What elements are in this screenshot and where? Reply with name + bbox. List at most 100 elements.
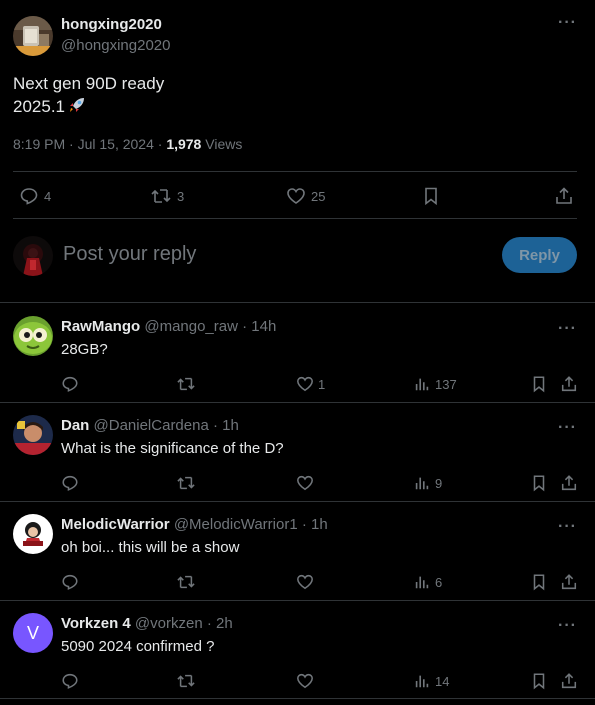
reply-item[interactable]: RawMango @mango_raw · 14h ··· 28GB? 1 13… <box>0 304 595 403</box>
more-options-icon[interactable]: ··· <box>558 15 577 31</box>
bookmark-action[interactable] <box>421 186 441 206</box>
reply-icon <box>62 574 78 590</box>
author-avatar[interactable] <box>13 16 53 56</box>
bookmark-icon <box>425 187 437 206</box>
analytics-icon <box>415 576 429 589</box>
current-user-avatar[interactable] <box>13 236 53 276</box>
reply-action[interactable] <box>61 573 79 591</box>
share-action[interactable] <box>560 573 578 591</box>
reply-text: What is the significance of the D? <box>61 440 284 457</box>
reply-header: RawMango @mango_raw · 14h <box>61 318 276 335</box>
reply-icon <box>20 188 38 205</box>
reply-author-name[interactable]: MelodicWarrior <box>61 516 170 533</box>
views-count: 6 <box>435 574 443 590</box>
heart-icon <box>287 188 305 204</box>
bookmark-icon <box>533 475 545 492</box>
reply-action[interactable] <box>61 474 79 492</box>
reply-text: 28GB? <box>61 341 108 358</box>
heart-icon <box>297 574 313 590</box>
reply-text: oh boi... this will be a show <box>61 539 240 556</box>
views-count: 14 <box>435 673 450 689</box>
reply-action[interactable] <box>61 375 79 393</box>
heart-icon <box>297 475 313 491</box>
reply-input[interactable]: Post your reply <box>63 243 196 266</box>
share-action[interactable] <box>560 375 578 393</box>
reply-author-name[interactable]: Vorkzen 4 <box>61 615 131 632</box>
reply-header: MelodicWarrior @MelodicWarrior1 · 1h <box>61 516 328 533</box>
views-action[interactable]: 137 <box>413 375 457 393</box>
share-icon <box>561 673 577 689</box>
like-action[interactable] <box>296 573 314 591</box>
more-options-icon[interactable]: ··· <box>558 618 577 634</box>
tweet-text-line2: 2025.1 <box>13 97 65 116</box>
tweet-action-bar: 4 3 25 <box>13 171 577 219</box>
views-count: 1,978 <box>166 136 202 152</box>
reply-avatar[interactable] <box>13 514 53 554</box>
reply-author-handle[interactable]: @mango_raw · 14h <box>144 318 276 335</box>
repost-action[interactable] <box>176 672 196 690</box>
views-label: Views <box>205 136 243 152</box>
reply-author-handle[interactable]: @DanielCardena · 1h <box>94 417 239 434</box>
reply-action[interactable] <box>61 672 79 690</box>
reply-author-name[interactable]: RawMango <box>61 318 140 335</box>
like-action[interactable]: 25 <box>286 186 325 206</box>
views-action[interactable]: 6 <box>413 573 442 591</box>
reply-icon <box>62 376 78 392</box>
reply-button[interactable]: Reply <box>502 237 577 273</box>
heart-icon <box>297 376 313 392</box>
reply-author-handle[interactable]: @vorkzen · 2h <box>135 615 233 632</box>
bookmark-action[interactable] <box>530 573 548 591</box>
repost-action[interactable]: 3 <box>150 186 184 206</box>
avatar-letter: V <box>26 622 39 643</box>
bookmark-icon <box>533 673 545 690</box>
like-count: 1 <box>318 376 326 392</box>
reply-author-name[interactable]: Dan <box>61 417 89 434</box>
share-action[interactable] <box>560 672 578 690</box>
like-action[interactable] <box>296 474 314 492</box>
tweet-meta: 8:19 PM · Jul 15, 2024 · 1,978 Views <box>13 136 242 152</box>
more-options-icon[interactable]: ··· <box>558 519 577 535</box>
views-count: 9 <box>435 475 443 491</box>
analytics-icon <box>415 675 429 688</box>
repost-icon <box>151 189 171 203</box>
repost-action[interactable] <box>176 573 196 591</box>
reply-item[interactable]: V Vorkzen 4 @vorkzen · 2h ··· 5090 2024 … <box>0 601 595 699</box>
bookmark-action[interactable] <box>530 375 548 393</box>
more-options-icon[interactable]: ··· <box>558 420 577 436</box>
repost-action[interactable] <box>176 375 196 393</box>
reply-header: Dan @DanielCardena · 1h <box>61 417 239 434</box>
tweet-text-line1: Next gen 90D ready <box>13 74 165 93</box>
more-options-icon[interactable]: ··· <box>558 321 577 337</box>
tweet-timestamp[interactable]: 8:19 PM · Jul 15, 2024 · <box>13 136 166 152</box>
reply-avatar[interactable]: V <box>13 613 53 653</box>
reply-action[interactable]: 4 <box>19 186 51 206</box>
views-action[interactable]: 14 <box>413 672 449 690</box>
bookmark-action[interactable] <box>530 474 548 492</box>
repost-action[interactable] <box>176 474 196 492</box>
reply-item[interactable]: Dan @DanielCardena · 1h ··· What is the … <box>0 403 595 502</box>
reply-author-handle[interactable]: @MelodicWarrior1 · 1h <box>174 516 328 533</box>
share-action[interactable] <box>560 474 578 492</box>
repost-count: 3 <box>177 188 185 204</box>
author-name[interactable]: hongxing2020 <box>61 16 162 33</box>
share-icon <box>561 574 577 590</box>
like-action[interactable]: 1 <box>296 375 325 393</box>
views-action[interactable]: 9 <box>413 474 442 492</box>
bookmark-icon <box>533 376 545 393</box>
analytics-icon <box>415 378 429 391</box>
heart-icon <box>297 673 313 689</box>
bookmark-icon <box>533 574 545 591</box>
share-icon <box>561 376 577 392</box>
reply-icon <box>62 673 78 689</box>
reply-count: 4 <box>44 188 52 204</box>
reply-text: 5090 2024 confirmed ? <box>61 638 215 655</box>
repost-icon <box>177 575 195 589</box>
repost-icon <box>177 476 195 490</box>
reply-avatar[interactable] <box>13 415 53 455</box>
author-handle[interactable]: @hongxing2020 <box>61 37 170 54</box>
bookmark-action[interactable] <box>530 672 548 690</box>
reply-avatar[interactable] <box>13 316 53 356</box>
share-action[interactable] <box>554 186 574 206</box>
reply-item[interactable]: MelodicWarrior @MelodicWarrior1 · 1h ···… <box>0 502 595 601</box>
like-action[interactable] <box>296 672 314 690</box>
